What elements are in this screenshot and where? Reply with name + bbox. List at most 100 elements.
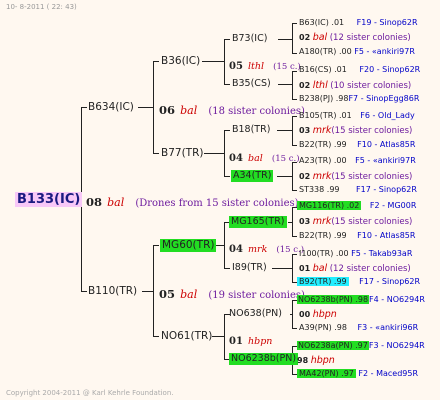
year: 05 bbox=[229, 61, 243, 72]
connector bbox=[277, 176, 292, 177]
connector bbox=[142, 291, 153, 292]
drone-line-04-mrk: 04 mrk (15 c.) bbox=[229, 239, 304, 255]
connector bbox=[278, 84, 292, 85]
sister-colonies: (18 sister colonies) bbox=[208, 106, 305, 117]
connector bbox=[292, 23, 297, 24]
connector bbox=[224, 130, 225, 177]
queen-i100[interactable]: I100(TR) .00 F5 - Takab93aR bbox=[299, 250, 412, 258]
drone-line-08: 08 bal (Drones from 15 sister colonies) bbox=[86, 193, 299, 209]
sister-colonies: (19 sister colonies) bbox=[208, 290, 305, 301]
queen-a180[interactable]: A180(TR) .00 F5 - «ankiri97R bbox=[299, 48, 415, 56]
queen-b77[interactable]: B77(TR) bbox=[161, 148, 203, 159]
drone-line-05-lthl: 05 lthl (15 c.) bbox=[229, 56, 301, 72]
connector bbox=[202, 61, 224, 62]
queen-no6238b[interactable]: NO6238b(PN) bbox=[229, 353, 299, 365]
connector bbox=[153, 245, 154, 337]
queen-b238[interactable]: B238(PJ) .98F7 - SinopEgg86R bbox=[299, 95, 419, 103]
queen-ma42[interactable]: MA42(PN) .97 F2 - Maced95R bbox=[297, 369, 418, 378]
queen-b92[interactable]: B92(TR) .99 F17 - Sinop62R bbox=[297, 277, 420, 286]
connector bbox=[292, 300, 293, 329]
sister-colonies: (15 c.) bbox=[271, 154, 300, 164]
year: 04 bbox=[229, 244, 243, 255]
connector bbox=[224, 268, 230, 269]
dam-b634[interactable]: B634(IC) bbox=[88, 102, 134, 113]
connector bbox=[153, 336, 159, 337]
connector bbox=[81, 107, 87, 108]
queen-b63[interactable]: B63(IC) .01 F19 - Sinop62R bbox=[299, 19, 418, 27]
connector bbox=[153, 153, 159, 154]
connector bbox=[292, 71, 293, 100]
queen-no6238a[interactable]: NO6238a(PN) .97F3 - NO6294R bbox=[297, 341, 425, 350]
connector bbox=[224, 130, 230, 131]
drone-line: 02 mrk(15 sister colonies) bbox=[299, 171, 413, 182]
queen-b36[interactable]: B36(IC) bbox=[161, 56, 200, 67]
connector bbox=[224, 39, 230, 40]
drone-line-05: 05 bal (19 sister colonies) bbox=[159, 285, 305, 301]
connector bbox=[224, 84, 230, 85]
connector bbox=[292, 53, 297, 54]
year: 01 bbox=[229, 336, 243, 347]
connector bbox=[292, 328, 297, 329]
breeder-name: bal bbox=[248, 153, 263, 164]
connector bbox=[292, 236, 297, 237]
drone-line: 03 mrk(15 sister colonies) bbox=[299, 125, 413, 136]
year: 05 bbox=[159, 287, 176, 301]
drone-line: 01 bal (12 sister colonies) bbox=[299, 263, 411, 274]
queen-mg60[interactable]: MG60(TR) bbox=[160, 239, 217, 252]
queen-a39[interactable]: A39(PN) .98 F3 - «ankiri96R bbox=[299, 324, 418, 332]
connector bbox=[224, 176, 230, 177]
drone-line: 98 hbpn bbox=[297, 355, 335, 366]
connector bbox=[278, 39, 292, 40]
sister-colonies: (Drones from 15 sister colonies) bbox=[135, 198, 299, 209]
drone-line-04-bal: 04 bal (15 c.) bbox=[229, 148, 300, 164]
drone-line-06: 06 bal (18 sister colonies) bbox=[159, 101, 305, 117]
queen-no638[interactable]: NO638(PN) bbox=[229, 309, 282, 319]
connector bbox=[224, 39, 225, 85]
connector bbox=[292, 254, 293, 283]
queen-b22b[interactable]: B22(TR) .99 F10 - Atlas85R bbox=[299, 232, 415, 240]
drone-line: 02 bal (12 sister colonies) bbox=[299, 32, 411, 43]
drone-line: 02 lthl (10 sister colonies) bbox=[299, 80, 412, 91]
copyright: Copyright 2004-2011 @ Karl Kehrle Founda… bbox=[6, 389, 174, 397]
connector bbox=[292, 116, 293, 146]
connector bbox=[292, 162, 293, 191]
connector bbox=[272, 268, 292, 269]
queen-b35[interactable]: B35(CS) bbox=[232, 79, 271, 89]
connector bbox=[212, 336, 224, 337]
breeder-name: mrk bbox=[248, 244, 268, 255]
year: 06 bbox=[159, 103, 176, 117]
queen-no61[interactable]: NO61(TR) bbox=[161, 331, 212, 342]
breeder-name: bal bbox=[180, 104, 198, 117]
connector bbox=[292, 99, 297, 100]
queen-st338[interactable]: ST338 .99 F17 - Sinop62R bbox=[299, 186, 417, 194]
breeder-name: bal bbox=[180, 288, 198, 301]
queen-no6238b-f4[interactable]: NO6238b(PN) .98F4 - NO6294R bbox=[297, 295, 425, 304]
connector bbox=[292, 23, 293, 54]
sister-colonies: (15 c.) bbox=[273, 62, 301, 72]
sire-b110[interactable]: B110(TR) bbox=[88, 286, 137, 297]
timestamp: 10- 8-2011 ( 22: 43) bbox=[6, 3, 77, 11]
queen-mg116[interactable]: MG116(TR) .02 F2 - MG00R bbox=[297, 201, 416, 210]
connector bbox=[138, 107, 153, 108]
queen-b16[interactable]: B16(CS) .01 F20 - Sinop62R bbox=[299, 66, 420, 74]
drone-line-01-hbpn: 01 hbpn bbox=[229, 331, 272, 347]
queen-b105[interactable]: B105(TR) .01 F6 - Old_Lady bbox=[299, 112, 415, 120]
queen-b73[interactable]: B73(IC) bbox=[232, 34, 267, 44]
queen-b22[interactable]: B22(TR) .99 F10 - Atlas85R bbox=[299, 141, 415, 149]
breeder-name: lthl bbox=[248, 61, 265, 72]
connector bbox=[153, 245, 159, 246]
connector bbox=[204, 153, 224, 154]
drone-line: 00 hbpn bbox=[299, 309, 337, 320]
queen-a34[interactable]: A34(TR) bbox=[231, 170, 274, 182]
queen-a23[interactable]: A23(TR) .00 F5 - «ankiri97R bbox=[299, 157, 416, 165]
queen-mg165[interactable]: MG165(TR) bbox=[229, 216, 287, 228]
queen-b18[interactable]: B18(TR) bbox=[232, 125, 270, 135]
pedigree-chart: 10- 8-2011 ( 22: 43) Copyright 2004-2011… bbox=[0, 0, 440, 400]
root-queen[interactable]: B133(IC) bbox=[15, 192, 83, 207]
connector bbox=[292, 207, 293, 237]
connector bbox=[153, 61, 154, 154]
breeder-name: bal bbox=[107, 196, 125, 209]
queen-i89[interactable]: I89(TR) bbox=[232, 263, 267, 273]
connector bbox=[292, 190, 297, 191]
connector bbox=[81, 291, 87, 292]
